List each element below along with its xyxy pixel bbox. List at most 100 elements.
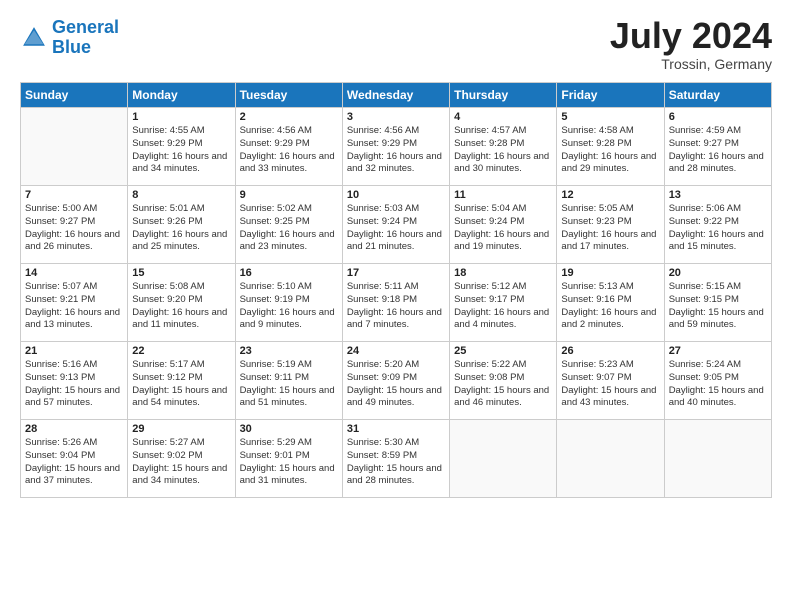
daylight-line1: Daylight: 15 hours and [240,463,338,476]
logo: General Blue [20,18,119,58]
cell-info: Sunset: 9:29 PM [240,138,338,151]
day-number: 27 [669,345,767,357]
cell-info: Sunrise: 5:04 AM [454,203,552,216]
daylight-line2: and 21 minutes. [347,241,445,254]
daylight-line2: and 30 minutes. [454,163,552,176]
cell-info: Sunrise: 5:08 AM [132,281,230,294]
cell-info: Sunrise: 5:00 AM [25,203,123,216]
daylight-line2: and 28 minutes. [669,163,767,176]
daylight-line1: Daylight: 15 hours and [25,463,123,476]
daylight-line2: and 7 minutes. [347,319,445,332]
cell-info: Sunset: 9:11 PM [240,372,338,385]
daylight-line1: Daylight: 16 hours and [25,307,123,320]
day-number: 21 [25,345,123,357]
daylight-line1: Daylight: 16 hours and [561,307,659,320]
daylight-line2: and 49 minutes. [347,397,445,410]
daylight-line1: Daylight: 16 hours and [347,307,445,320]
cell-info: Sunset: 9:28 PM [561,138,659,151]
day-number: 15 [132,267,230,279]
day-number: 30 [240,423,338,435]
calendar-cell: 11 Sunrise: 5:04 AMSunset: 9:24 PMDayligh… [450,186,557,264]
page: General Blue July 2024 Trossin, Germany … [0,0,792,612]
daylight-line2: and 57 minutes. [25,397,123,410]
cell-info: Sunset: 9:20 PM [132,294,230,307]
cell-info: Sunset: 9:09 PM [347,372,445,385]
cell-info: Sunrise: 5:19 AM [240,359,338,372]
daylight-line2: and 31 minutes. [240,475,338,488]
calendar-cell: 17Sunrise: 5:11 AMSunset: 9:18 PMDayligh… [342,264,449,342]
day-header-thursday: Thursday [450,83,557,108]
calendar-cell: 15Sunrise: 5:08 AMSunset: 9:20 PMDayligh… [128,264,235,342]
day-header-friday: Friday [557,83,664,108]
daylight-line2: and 13 minutes. [25,319,123,332]
cell-info: Sunrise: 5:11 AM [347,281,445,294]
cell-info: Sunset: 9:29 PM [132,138,230,151]
cell-info: Sunrise: 5:07 AM [25,281,123,294]
daylight-line2: and 51 minutes. [240,397,338,410]
cell-info: Sunrise: 5:10 AM [240,281,338,294]
day-number: 5 [561,111,659,123]
week-row-3: 21Sunrise: 5:16 AMSunset: 9:13 PMDayligh… [21,342,772,420]
daylight-line1: Daylight: 16 hours and [240,229,338,242]
daylight-line2: and 17 minutes. [561,241,659,254]
logo-icon [20,24,48,52]
calendar-cell: 21Sunrise: 5:16 AMSunset: 9:13 PMDayligh… [21,342,128,420]
week-row-1: 7Sunrise: 5:00 AMSunset: 9:27 PMDaylight… [21,186,772,264]
daylight-line1: Daylight: 16 hours and [132,151,230,164]
cell-info: Sunset: 9:17 PM [454,294,552,307]
cell-info: Sunrise: 5:03 AM [347,203,445,216]
cell-info: Sunset: 9:08 PM [454,372,552,385]
cell-info: Sunrise: 5:12 AM [454,281,552,294]
week-row-2: 14Sunrise: 5:07 AMSunset: 9:21 PMDayligh… [21,264,772,342]
cell-info: Sunset: 9:05 PM [669,372,767,385]
calendar-cell: 16Sunrise: 5:10 AMSunset: 9:19 PMDayligh… [235,264,342,342]
daylight-line1: Daylight: 16 hours and [669,229,767,242]
month-year: July 2024 [610,18,772,54]
cell-info: Sunrise: 4:58 AM [561,125,659,138]
day-number: 11 [454,189,552,201]
cell-info: Sunrise: 5:30 AM [347,437,445,450]
week-row-4: 28Sunrise: 5:26 AMSunset: 9:04 PMDayligh… [21,420,772,498]
day-number: 8 [132,189,230,201]
calendar-cell: 6Sunrise: 4:59 AMSunset: 9:27 PMDaylight… [664,108,771,186]
day-number: 13 [669,189,767,201]
calendar-cell: 28Sunrise: 5:26 AMSunset: 9:04 PMDayligh… [21,420,128,498]
calendar-cell: 8Sunrise: 5:01 AMSunset: 9:26 PMDaylight… [128,186,235,264]
day-number: 22 [132,345,230,357]
cell-info: Sunset: 9:27 PM [669,138,767,151]
day-number: 3 [347,111,445,123]
daylight-line1: Daylight: 16 hours and [454,229,552,242]
logo-line1: General [52,17,119,37]
cell-info: Sunset: 9:24 PM [454,216,552,229]
cell-info: Sunrise: 5:29 AM [240,437,338,450]
calendar-cell: 3Sunrise: 4:56 AMSunset: 9:29 PMDaylight… [342,108,449,186]
day-number: 7 [25,189,123,201]
day-header-tuesday: Tuesday [235,83,342,108]
logo-text: General Blue [52,18,119,58]
cell-info: Sunset: 9:21 PM [25,294,123,307]
daylight-line1: Daylight: 16 hours and [240,151,338,164]
cell-info: Sunrise: 5:01 AM [132,203,230,216]
day-number: 19 [561,267,659,279]
calendar-cell: 25Sunrise: 5:22 AMSunset: 9:08 PMDayligh… [450,342,557,420]
day-header-sunday: Sunday [21,83,128,108]
cell-info: Sunrise: 5:20 AM [347,359,445,372]
daylight-line1: Daylight: 15 hours and [669,307,767,320]
calendar-cell: 19Sunrise: 5:13 AMSunset: 9:16 PMDayligh… [557,264,664,342]
week-row-0: 1Sunrise: 4:55 AMSunset: 9:29 PMDaylight… [21,108,772,186]
daylight-line2: and 46 minutes. [454,397,552,410]
daylight-line1: Daylight: 16 hours and [454,151,552,164]
cell-info: Sunset: 9:04 PM [25,450,123,463]
calendar-cell: 12Sunrise: 5:05 AMSunset: 9:23 PMDayligh… [557,186,664,264]
daylight-line1: Daylight: 15 hours and [454,385,552,398]
daylight-line1: Daylight: 16 hours and [561,229,659,242]
calendar-cell: 4Sunrise: 4:57 AMSunset: 9:28 PMDaylight… [450,108,557,186]
cell-info: Sunset: 9:18 PM [347,294,445,307]
day-number: 20 [669,267,767,279]
daylight-line2: and 25 minutes. [132,241,230,254]
daylight-line2: and 23 minutes. [240,241,338,254]
daylight-line2: and 37 minutes. [25,475,123,488]
cell-info: Sunset: 8:59 PM [347,450,445,463]
header: General Blue July 2024 Trossin, Germany [20,18,772,72]
cell-info: Sunset: 9:02 PM [132,450,230,463]
